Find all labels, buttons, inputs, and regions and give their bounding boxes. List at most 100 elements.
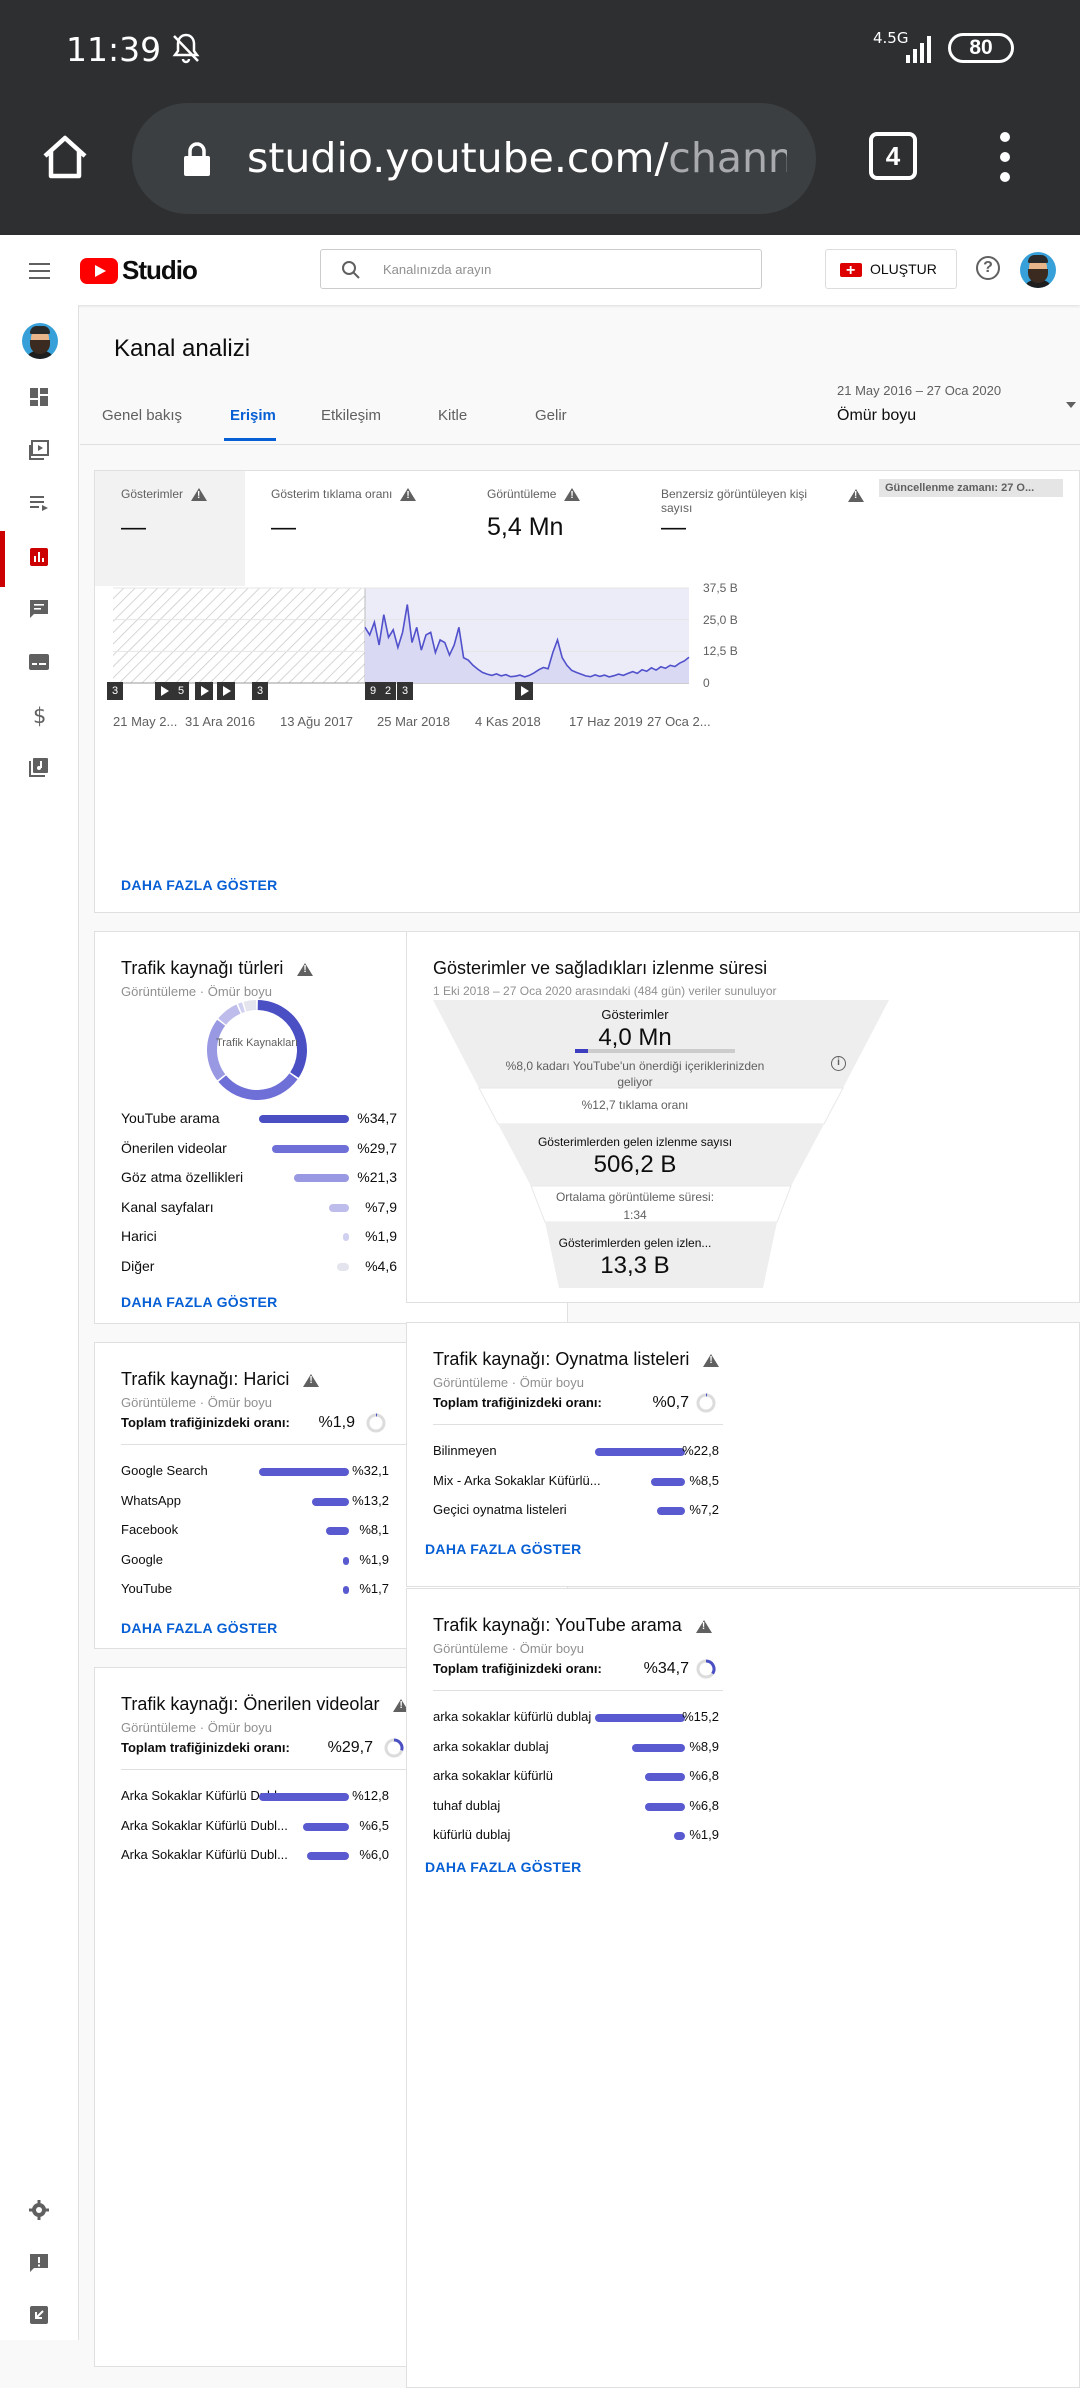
reach-show-more-link[interactable]: DAHA FAZLA GÖSTER bbox=[121, 877, 278, 893]
feedback-icon[interactable] bbox=[27, 2251, 51, 2275]
subtitles-icon[interactable] bbox=[27, 650, 51, 674]
create-button[interactable]: OLUŞTUR bbox=[825, 249, 957, 289]
share-ring-icon bbox=[695, 1392, 717, 1414]
videos-icon[interactable] bbox=[27, 438, 51, 462]
source-row-label[interactable]: küfürlü dublaj bbox=[433, 1827, 510, 1842]
playlists-traffic-card: Trafik kaynağı: Oynatma listeleri Görünt… bbox=[406, 1322, 1080, 1587]
browser-menu-icon[interactable] bbox=[997, 132, 1013, 192]
source-row-label[interactable]: Geçici oynatma listeleri bbox=[433, 1502, 567, 1517]
x-tick-label: 25 Mar 2018 bbox=[377, 714, 450, 729]
tab-overview[interactable]: Genel bakış bbox=[102, 407, 182, 424]
card-title: Trafik kaynağı türleri bbox=[121, 958, 313, 979]
ring-track bbox=[698, 1395, 714, 1411]
hamburger-menu-icon[interactable] bbox=[29, 263, 50, 284]
ring-fill bbox=[394, 1740, 402, 1750]
source-row-value: %22,8 bbox=[669, 1443, 719, 1458]
event-count-marker[interactable]: 3 bbox=[107, 682, 123, 700]
card-title-text: Trafik kaynağı: Oynatma listeleri bbox=[433, 1349, 689, 1369]
funnel-views-value: 506,2 B bbox=[485, 1151, 785, 1179]
event-count-marker[interactable]: 3 bbox=[397, 682, 413, 700]
source-row-label[interactable]: Arka Sokaklar Küfürlü Dubl... bbox=[121, 1818, 288, 1833]
studio-logo[interactable]: Studio bbox=[80, 255, 197, 286]
account-avatar[interactable] bbox=[1020, 252, 1056, 288]
url-path: channe bbox=[668, 134, 787, 182]
playlists-show-more-link[interactable]: DAHA FAZLA GÖSTER bbox=[425, 1541, 582, 1557]
traffic-type-value: %7,9 bbox=[347, 1199, 397, 1215]
metric-impressions[interactable]: Gösterimler — bbox=[95, 471, 245, 586]
traffic-type-label[interactable]: Kanal sayfaları bbox=[121, 1199, 214, 1215]
metric-label: Gösterim tıklama oranı bbox=[271, 487, 471, 501]
traffic-type-label[interactable]: Harici bbox=[121, 1228, 157, 1244]
channel-avatar[interactable] bbox=[22, 323, 58, 359]
card-title-text: Trafik kaynağı türleri bbox=[121, 958, 283, 978]
total-share-value: %0,7 bbox=[629, 1394, 689, 1412]
url-text[interactable]: studio.youtube.com/channe bbox=[247, 134, 787, 182]
video-event-marker[interactable] bbox=[195, 682, 213, 700]
metric-views[interactable]: Görüntüleme 5,4 Mn bbox=[461, 471, 601, 586]
card-title-text: Trafik kaynağı: YouTube arama bbox=[433, 1615, 682, 1635]
source-row-label[interactable]: arka sokaklar küfürlü bbox=[433, 1768, 553, 1783]
tab-switcher-button[interactable]: 4 bbox=[869, 132, 917, 180]
external-show-more-link[interactable]: DAHA FAZLA GÖSTER bbox=[121, 1620, 278, 1636]
event-count-marker[interactable]: 3 bbox=[252, 682, 268, 700]
source-row-label[interactable]: Google bbox=[121, 1552, 163, 1567]
source-row-value: %15,2 bbox=[669, 1709, 719, 1724]
source-row-label[interactable]: arka sokaklar küfürlü dublaj bbox=[433, 1709, 591, 1724]
date-range-text[interactable]: 21 May 2016 – 27 Oca 2020 bbox=[837, 383, 1001, 398]
audio-library-icon[interactable] bbox=[27, 755, 51, 779]
traffic-type-label[interactable]: Önerilen videolar bbox=[121, 1140, 227, 1156]
help-icon[interactable]: ? bbox=[976, 256, 1000, 280]
classic-studio-icon[interactable] bbox=[27, 2303, 51, 2327]
divider bbox=[121, 1769, 411, 1770]
monetization-icon[interactable]: $ bbox=[27, 703, 51, 727]
info-icon[interactable]: i bbox=[831, 1056, 846, 1071]
tab-engagement[interactable]: Etkileşim bbox=[321, 407, 381, 424]
event-count-marker[interactable]: 5 bbox=[173, 682, 189, 700]
share-ring-icon bbox=[383, 1737, 405, 1759]
source-row-label[interactable]: tuhaf dublaj bbox=[433, 1798, 500, 1813]
metric-unique-viewers[interactable]: Benzersiz görüntüleyen kişi sayısı — bbox=[635, 471, 875, 586]
metric-ctr[interactable]: Gösterim tıklama oranı — bbox=[245, 471, 389, 586]
source-row-value: %6,5 bbox=[339, 1818, 389, 1833]
search-placeholder: Kanalınızda arayın bbox=[383, 262, 491, 277]
youtube-search-show-more-link[interactable]: DAHA FAZLA GÖSTER bbox=[425, 1859, 582, 1875]
total-share-value: %34,7 bbox=[629, 1660, 689, 1678]
source-row-label[interactable]: Facebook bbox=[121, 1522, 178, 1537]
source-row-label[interactable]: arka sokaklar dublaj bbox=[433, 1739, 549, 1754]
video-event-marker[interactable] bbox=[515, 682, 533, 700]
traffic-type-label[interactable]: YouTube arama bbox=[121, 1110, 220, 1126]
source-row-label[interactable]: Bilinmeyen bbox=[433, 1443, 497, 1458]
video-event-marker[interactable] bbox=[217, 682, 235, 700]
traffic-type-label[interactable]: Göz atma özellikleri bbox=[121, 1169, 243, 1185]
date-range-selector[interactable]: Ömür boyu bbox=[837, 407, 916, 425]
tab-reach[interactable]: Erişim bbox=[230, 407, 276, 424]
source-row-label[interactable]: YouTube bbox=[121, 1581, 172, 1596]
chevron-down-icon[interactable] bbox=[1066, 402, 1076, 408]
source-row-label[interactable]: Arka Sokaklar Küfürlü Dubl... bbox=[121, 1847, 288, 1862]
source-row-label[interactable]: Mix - Arka Sokaklar Küfürlü... bbox=[433, 1473, 601, 1488]
source-row-label[interactable]: Google Search bbox=[121, 1463, 208, 1478]
traffic-type-label[interactable]: Diğer bbox=[121, 1258, 154, 1274]
event-count-marker[interactable]: 2 bbox=[380, 682, 396, 700]
tabs-divider bbox=[80, 444, 1080, 445]
playlists-icon[interactable] bbox=[27, 491, 51, 515]
traffic-type-bar bbox=[259, 1115, 349, 1123]
tab-revenue[interactable]: Gelir bbox=[535, 407, 567, 424]
funnel-watch-label: Gösterimlerden gelen izlen... bbox=[485, 1236, 785, 1250]
search-input[interactable]: Kanalınızda arayın bbox=[320, 249, 762, 289]
traffic-type-value: %34,7 bbox=[347, 1110, 397, 1126]
dashboard-icon[interactable] bbox=[27, 385, 51, 409]
settings-icon[interactable] bbox=[27, 2198, 51, 2222]
source-row-label[interactable]: WhatsApp bbox=[121, 1493, 181, 1508]
event-count-marker[interactable]: 9 bbox=[365, 682, 381, 700]
bell-off-icon bbox=[168, 30, 204, 66]
status-bar: 11:39 4.5G 80 bbox=[0, 0, 1080, 100]
donut-center-label: Trafik Kaynakları bbox=[207, 1036, 307, 1050]
home-icon[interactable] bbox=[38, 130, 92, 184]
analytics-icon[interactable] bbox=[27, 545, 51, 569]
impressions-progress-track bbox=[575, 1049, 735, 1053]
tab-audience[interactable]: Kitle bbox=[438, 407, 467, 424]
traffic-types-show-more-link[interactable]: DAHA FAZLA GÖSTER bbox=[121, 1294, 278, 1310]
comments-icon[interactable] bbox=[27, 597, 51, 621]
video-event-marker[interactable] bbox=[155, 682, 173, 700]
